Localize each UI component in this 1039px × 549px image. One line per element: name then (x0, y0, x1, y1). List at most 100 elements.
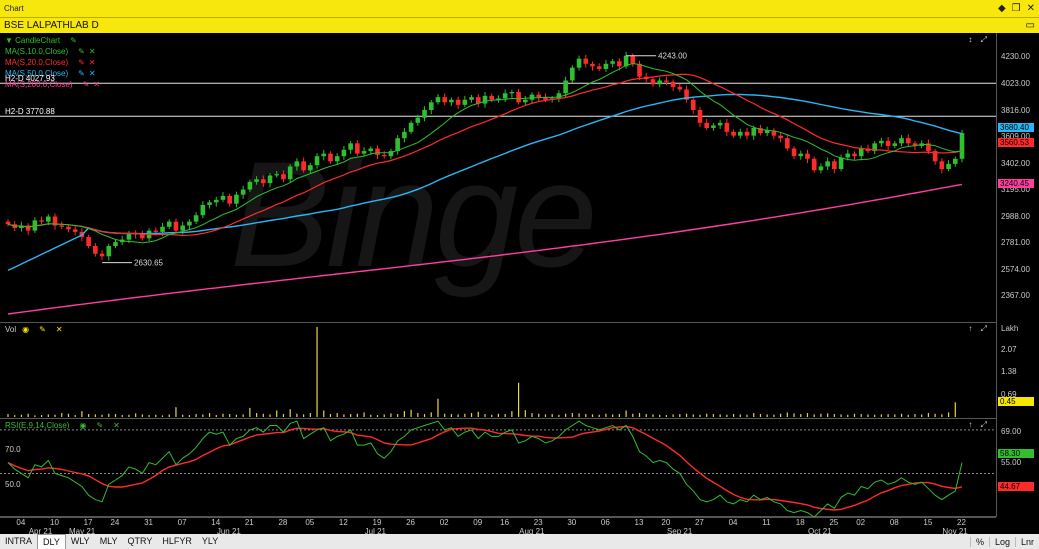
restore-icon[interactable]: ❐ (1012, 3, 1021, 14)
candle-body (287, 166, 293, 180)
legend-item[interactable]: MA(S,20.0,Close) ✎ ✕ (5, 57, 100, 68)
price-axis-tick: 3402.00 (1001, 158, 1030, 168)
pencil-icon[interactable]: ✎ (78, 68, 85, 79)
candle-body (952, 158, 958, 164)
tab-intra[interactable]: INTRA (0, 534, 37, 549)
candle-body (160, 226, 165, 232)
candle-body (677, 86, 683, 90)
remove-icon[interactable]: ✕ (113, 420, 120, 431)
eye-icon[interactable]: ◉ (22, 324, 29, 335)
x-axis-day-label: 13 (634, 518, 644, 527)
candle-body (610, 61, 615, 64)
volume-chart-svg (7, 327, 956, 417)
candle-body (724, 122, 730, 132)
x-axis-day-label: 16 (500, 518, 510, 527)
candle-body (899, 138, 904, 144)
legend-item[interactable]: MA(S,10.0,Close) ✎ ✕ (5, 46, 100, 57)
candle-body (717, 122, 723, 126)
candle-body (879, 140, 884, 144)
legend-item[interactable]: ▼ CandleChart ✎ (5, 35, 100, 46)
x-axis-day-label: 14 (211, 518, 221, 527)
eye-icon[interactable]: ◉ (79, 420, 86, 431)
rsi-pane[interactable]: RSI(E,9,14,Close) ◉ ✎ ✕ 70.0 50.0 ↑ ⤢ (0, 419, 996, 517)
candle-body (845, 153, 851, 158)
candle-body (892, 143, 898, 146)
candle-body (274, 174, 280, 176)
x-axis-day-label: 10 (50, 518, 59, 527)
candle-body (731, 131, 736, 136)
candle-body (449, 99, 454, 103)
price-value-tag: 3680.40 (998, 122, 1034, 132)
pencil-icon[interactable]: ✎ (39, 324, 46, 335)
tab-qtry[interactable]: QTRY (123, 534, 158, 549)
window-title: Chart (4, 4, 24, 13)
tab-wly[interactable]: WLY (66, 534, 95, 549)
rsi-pane-controls[interactable]: ↑ ⤢ (968, 420, 990, 430)
candle-body (381, 154, 387, 157)
tab-mly[interactable]: MLY (95, 534, 123, 549)
close-icon[interactable]: ✕ (1027, 3, 1035, 14)
remove-icon[interactable]: ✕ (56, 324, 63, 335)
legend-label: MA(S,10.0,Close) (5, 47, 69, 56)
x-axis-day-label: 21 (244, 518, 254, 527)
candle-body (93, 246, 98, 254)
scale-option[interactable]: Log (988, 536, 1015, 547)
legend-label: MA(S,20.0,Close) (5, 58, 69, 67)
volume-pane-controls[interactable]: ↑ ⤢ (968, 324, 990, 334)
remove-icon[interactable]: ✕ (89, 46, 96, 57)
candle-body (576, 58, 582, 68)
ma200-line (7, 183, 963, 315)
remove-icon[interactable]: ✕ (89, 68, 96, 79)
remove-icon[interactable]: ✕ (89, 57, 96, 68)
scale-option[interactable]: % (969, 536, 989, 547)
remove-icon[interactable]: ✕ (93, 79, 100, 90)
x-axis-day-label: 02 (439, 518, 449, 527)
tab-yly[interactable]: YLY (197, 534, 223, 549)
candle-body (106, 246, 112, 257)
scale-option[interactable]: Lnr (1014, 536, 1039, 547)
annotation-label: 4243.00 (658, 52, 687, 61)
candle-body (516, 92, 521, 103)
x-axis-day-label: 15 (923, 518, 933, 527)
candle-body (590, 63, 595, 67)
pencil-icon[interactable]: ✎ (96, 420, 103, 431)
candle-body (630, 55, 636, 64)
candle-body (66, 226, 71, 230)
price-pane[interactable]: Binge 4243.00 2630.65 ▼ CandleChart ✎ MA(S,… (0, 33, 996, 323)
hline-label: H2-D 4027.93 (5, 74, 55, 84)
volume-value-tag: 0.45 (998, 397, 1034, 407)
pencil-icon[interactable]: ✎ (78, 46, 85, 57)
x-axis-day-label: 04 (16, 518, 26, 527)
rsi-level-low: 50.0 (5, 480, 21, 489)
candle-body (308, 165, 313, 171)
interval-tabs: INTRA DLY WLY MLY QTRY HLFYR YLY % Log Lnr (0, 534, 1039, 549)
candle-body (435, 97, 441, 103)
rsi-axis-tick: 55.00 (1001, 457, 1022, 467)
candle-body (811, 158, 817, 171)
pencil-icon[interactable]: ✎ (83, 79, 90, 90)
price-axis-tick: 3816.00 (1001, 105, 1030, 115)
candle-body (408, 122, 414, 132)
tab-hlfyr[interactable]: HLFYR (157, 534, 197, 549)
volume-pane[interactable]: Vol ◉ ✎ ✕ ↑ ⤢ (0, 323, 996, 419)
x-axis-day-label: 07 (177, 518, 187, 527)
candle-body (939, 161, 945, 170)
x-axis-day-label: 26 (406, 518, 415, 527)
candle-body (751, 127, 757, 136)
candle-body (852, 153, 857, 157)
menu-icon[interactable]: ▭ (1026, 20, 1035, 31)
x-axis-day-label: 12 (338, 518, 348, 527)
x-axis-day-label: 28 (278, 518, 288, 527)
candle-body (227, 195, 233, 204)
candle-body (213, 199, 219, 203)
x-axis-day-label: 09 (473, 518, 483, 527)
candle-body (328, 153, 333, 162)
pencil-icon[interactable]: ✎ (78, 57, 85, 68)
pencil-icon[interactable]: ✎ (70, 35, 77, 46)
price-pane-controls[interactable]: ↕ ⤢ (968, 35, 990, 45)
candle-body (46, 216, 51, 222)
price-axis-tick: 2367.00 (1001, 291, 1030, 301)
price-axis: 4230.00 4023.00 3816.00 3609.00 3402.00 3195.… (996, 33, 1039, 323)
pin-icon[interactable]: ◆ (998, 3, 1006, 14)
tab-dly[interactable]: DLY (37, 534, 66, 549)
